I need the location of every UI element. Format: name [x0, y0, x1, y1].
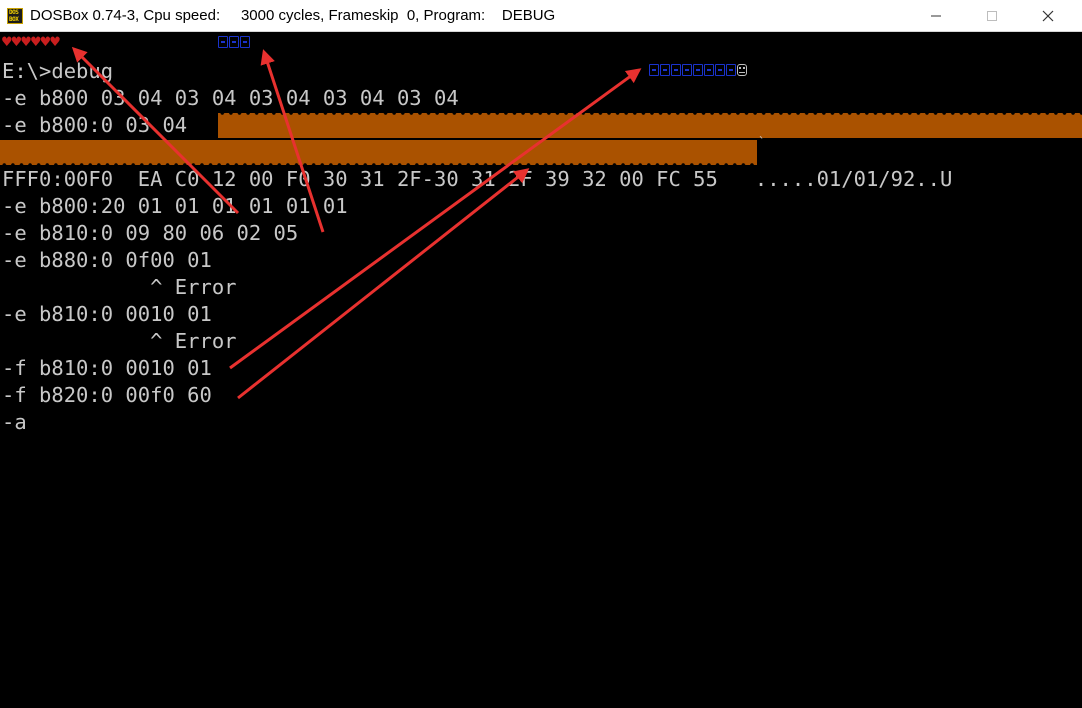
blue-glyph: [240, 36, 250, 48]
title-bar[interactable]: DOS BOX DOSBox 0.74-3, Cpu speed: 3000 c…: [0, 0, 1082, 32]
blue-glyph: [649, 64, 659, 76]
blue-glyph-group-1: [218, 36, 250, 48]
console-line: ^ Error: [2, 275, 237, 299]
console-line: -a: [2, 410, 27, 434]
blue-glyph: [229, 36, 239, 48]
blue-glyph: [704, 64, 714, 76]
blue-glyph: [682, 64, 692, 76]
dos-console[interactable]: ♥♥♥♥♥♥ E:\>debug -e b800 03 04 03 04 03 …: [0, 32, 1082, 708]
smiley-face-icon: [737, 64, 747, 76]
console-line: E:\>debug: [2, 59, 114, 83]
maximize-button[interactable]: [969, 0, 1015, 32]
heart-glyphs: ♥♥♥♥♥♥: [1, 35, 61, 50]
fill-quote-mark: `: [758, 135, 766, 149]
app-icon-text-bottom: BOX: [9, 16, 19, 23]
blue-glyph: [693, 64, 703, 76]
console-line: -e b800:0 03 04: [2, 113, 188, 137]
console-line: -e b880:0 0f00 01: [2, 248, 212, 272]
console-line: -e b810:0 09 80 06 02 05: [2, 221, 299, 245]
close-icon: [1042, 10, 1054, 22]
console-line: -e b810:0 0010 01: [2, 302, 212, 326]
minimize-button[interactable]: [913, 0, 959, 32]
maximize-icon: [987, 11, 997, 21]
console-line: ^ Error: [2, 329, 237, 353]
minimize-icon: [931, 15, 941, 17]
video-attribute-fill-row1: [218, 113, 1082, 138]
blue-glyph-group-2: [649, 64, 747, 76]
blue-glyph: [218, 36, 228, 48]
blue-glyph: [660, 64, 670, 76]
blue-glyph: [726, 64, 736, 76]
blue-glyph: [671, 64, 681, 76]
blue-glyph: [715, 64, 725, 76]
console-line: -f b820:0 00f0 60: [2, 383, 212, 407]
video-attribute-fill-row2: [0, 140, 757, 165]
close-button[interactable]: [1025, 0, 1071, 32]
window-title: DOSBox 0.74-3, Cpu speed: 3000 cycles, F…: [30, 7, 556, 24]
console-line: -f b810:0 0010 01: [2, 356, 212, 380]
dosbox-app-icon[interactable]: DOS BOX: [7, 8, 23, 24]
console-line: -e b800 03 04 03 04 03 04 03 04 03 04: [2, 86, 459, 110]
console-line: FFF0:00F0 EA C0 12 00 F0 30 31 2F-30 31 …: [2, 167, 953, 191]
console-line: -e b800:20 01 01 01 01 01 01: [2, 194, 348, 218]
